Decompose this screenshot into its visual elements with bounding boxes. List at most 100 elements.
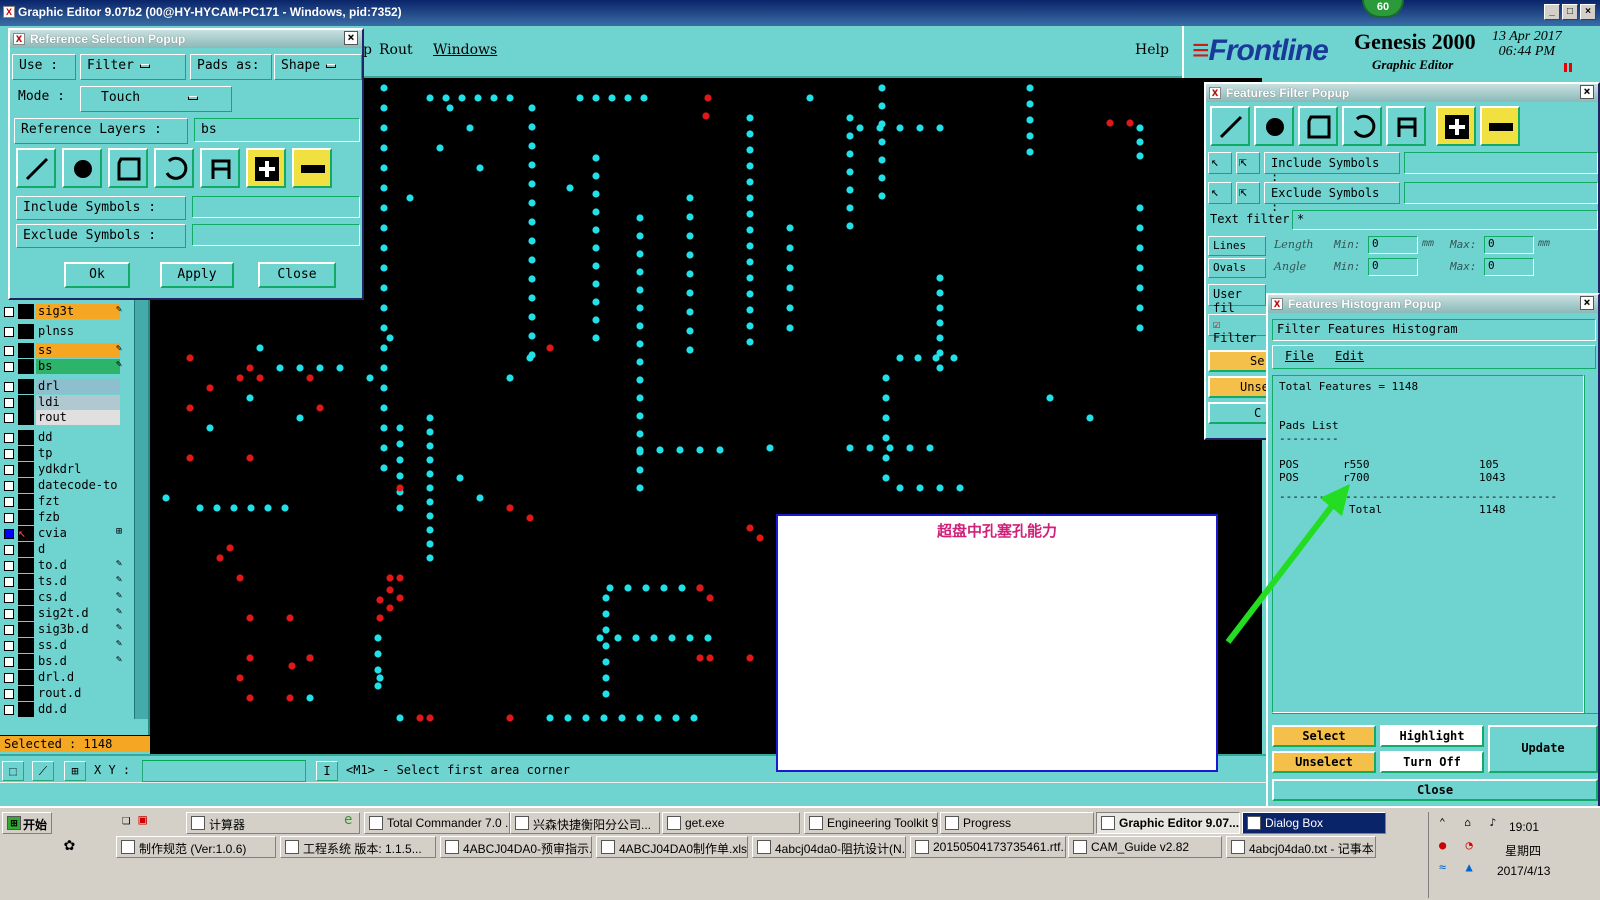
taskbar-item[interactable]: 20150504173735461.rtf... (910, 836, 1066, 858)
layer-row[interactable]: rout (4, 410, 120, 425)
tray-icons-3[interactable]: ≈ ▲ (1439, 860, 1479, 874)
info-icon[interactable]: I (316, 761, 338, 781)
clock-time[interactable]: 19:01 (1509, 820, 1539, 834)
close-button[interactable]: Close (1272, 779, 1598, 801)
layer-row[interactable]: drl.d (4, 670, 120, 685)
taskbar-item[interactable]: 4ABCJ04DA0制作单.xls ... (596, 836, 748, 858)
layer-checkbox[interactable] (4, 704, 14, 715)
pause-icon[interactable] (1564, 63, 1572, 72)
taskbar-item[interactable]: Total Commander 7.0 ... (364, 812, 510, 834)
turn-off-button[interactable]: Turn Off (1380, 751, 1484, 773)
pick-icon[interactable]: ↖ (1208, 182, 1232, 204)
unselect-button[interactable]: Unselect (1272, 751, 1376, 773)
window-titlebar[interactable]: X Graphic Editor 9.07b2 (00@HY-HYCAM-PC1… (0, 0, 1600, 26)
line-filter-icon[interactable] (1210, 106, 1250, 146)
layer-checkbox[interactable] (4, 432, 14, 443)
layer-row[interactable]: tp (4, 446, 120, 461)
layer-checkbox[interactable] (4, 326, 14, 337)
apply-button[interactable]: Apply (160, 262, 234, 288)
quicklaunch-icon[interactable]: ✿ (64, 834, 88, 858)
taskbar-item[interactable]: get.exe (662, 812, 800, 834)
close-button[interactable]: × (1580, 4, 1596, 20)
positive-polarity-icon[interactable] (246, 148, 286, 188)
pick-all-icon[interactable]: ⇱ (1236, 182, 1260, 204)
layer-checkbox[interactable] (4, 672, 14, 683)
pick-all-icon[interactable]: ⇱ (1236, 152, 1260, 174)
histogram-hscrollbar[interactable] (1272, 713, 1598, 723)
menu-item-rout[interactable]: Rout (379, 42, 413, 58)
minimize-button[interactable]: _ (1544, 4, 1560, 20)
angle-max-input[interactable]: 0 (1484, 258, 1534, 276)
histogram-row[interactable]: POS r550 105 (1279, 458, 1577, 471)
folder-icon[interactable]: ❏ (122, 812, 130, 834)
menu-item-help[interactable]: Help (1135, 42, 1169, 58)
layer-checkbox[interactable] (4, 528, 14, 539)
pdf-icon[interactable]: ▣ (138, 812, 146, 834)
negative-polarity-icon[interactable] (1480, 106, 1520, 146)
highlight-button[interactable]: Highlight (1380, 725, 1484, 747)
taskbar-item[interactable]: Engineering Toolkit 9.... (804, 812, 938, 834)
tray-icons[interactable]: ⌃ ⌂ ♪ (1439, 816, 1502, 829)
menu-item-windows[interactable]: Windows (433, 42, 497, 58)
filter-checkbox[interactable]: ☑ Filter (1208, 314, 1268, 345)
layer-row[interactable]: sig2t.d ✎ (4, 606, 122, 621)
taskbar-item[interactable]: Graphic Editor 9.07... (1096, 812, 1240, 834)
layer-row[interactable]: bs.d ✎ (4, 654, 122, 669)
length-max-input[interactable]: 0 (1484, 236, 1534, 254)
popup-titlebar[interactable]: X Reference Selection Popup × (10, 30, 362, 48)
positive-polarity-icon[interactable] (1436, 106, 1476, 146)
exclude-symbols-input[interactable] (192, 224, 360, 246)
start-button[interactable]: ⊞ 开始 (2, 812, 52, 834)
layer-row[interactable]: ss.d ✎ (4, 638, 122, 653)
pick-icon[interactable]: ↖ (1208, 152, 1232, 174)
pad-filter-icon[interactable] (62, 148, 102, 188)
layer-row[interactable]: ts.d ✎ (4, 574, 122, 589)
layer-checkbox[interactable] (4, 608, 14, 619)
layer-row[interactable]: bs ✎ (4, 359, 122, 374)
exclude-symbols-input[interactable] (1404, 182, 1598, 204)
negative-polarity-icon[interactable] (292, 148, 332, 188)
menu-item-partial[interactable]: p (363, 42, 372, 58)
taskbar-item[interactable]: CAM_Guide v2.82 (1068, 836, 1222, 858)
layer-row[interactable]: ydkdrl (4, 462, 120, 477)
use-dropdown[interactable]: Filter (80, 54, 186, 80)
layer-checkbox[interactable] (4, 544, 14, 555)
length-min-input[interactable]: 0 (1368, 236, 1418, 254)
close-button[interactable]: Close (258, 262, 336, 288)
layer-checkbox[interactable] (4, 624, 14, 635)
xy-input[interactable] (142, 760, 306, 782)
pads-dropdown[interactable]: Shape (274, 54, 362, 80)
taskbar-item[interactable]: Progress (940, 812, 1094, 834)
menu-edit[interactable]: Edit (1335, 349, 1364, 363)
layer-row[interactable]: ss ✎ (4, 343, 122, 358)
arc-filter-icon[interactable] (154, 148, 194, 188)
layer-row[interactable]: sig3b.d ✎ (4, 622, 122, 637)
taskbar-item[interactable]: 制作规范 (Ver:1.0.6) (116, 836, 276, 858)
close-icon[interactable]: × (1580, 296, 1594, 310)
taskbar-item[interactable]: Dialog Box (1242, 812, 1386, 834)
close-icon[interactable]: × (344, 31, 358, 45)
layer-checkbox[interactable] (4, 397, 14, 408)
layer-checkbox[interactable] (4, 688, 14, 699)
layer-row[interactable]: plnss (4, 324, 120, 339)
grid-icon[interactable]: ⊞ (64, 761, 86, 781)
layer-list-scrollbar[interactable] (134, 297, 148, 719)
ovals-toggle[interactable]: Ovals (1208, 258, 1266, 278)
line-filter-icon[interactable] (16, 148, 56, 188)
mode-dropdown[interactable]: Touch (80, 86, 232, 112)
layer-checkbox[interactable] (4, 306, 14, 317)
layer-checkbox[interactable] (4, 512, 14, 523)
pad-filter-icon[interactable] (1254, 106, 1294, 146)
layer-row[interactable]: ldi (4, 395, 120, 410)
layer-row[interactable]: d (4, 542, 120, 557)
menu-file[interactable]: File (1285, 349, 1314, 363)
popup-titlebar[interactable]: X Features Histogram Popup × (1268, 295, 1598, 313)
include-symbols-input[interactable] (192, 196, 360, 218)
layer-row[interactable]: datecode-to (4, 478, 120, 493)
angle-min-input[interactable]: 0 (1368, 258, 1418, 276)
layer-row[interactable]: fzb (4, 510, 120, 525)
popup-titlebar[interactable]: X Features Filter Popup × (1206, 84, 1598, 102)
layer-row[interactable]: sig3t ✎ (4, 304, 122, 319)
text-filter-input[interactable]: * (1292, 210, 1598, 230)
layer-row[interactable]: ↖ cvia ⊞ (4, 526, 122, 541)
